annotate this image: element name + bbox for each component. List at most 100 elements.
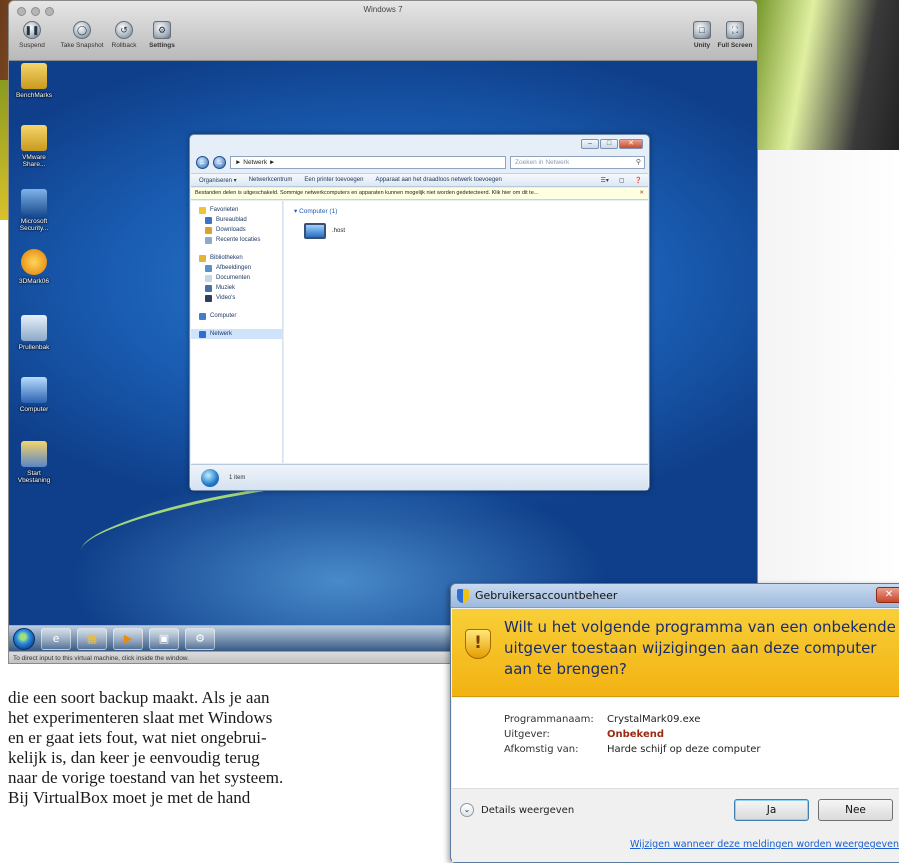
explorer-caption-buttons[interactable]: – □ ✕ <box>581 139 643 149</box>
nav-item-music[interactable]: Muziek <box>191 283 282 293</box>
nav-network[interactable]: Netwerk <box>191 329 282 339</box>
star-icon <box>199 206 206 214</box>
yes-button[interactable]: Ja <box>734 799 809 821</box>
infobar-close-icon[interactable]: ✕ <box>639 188 644 199</box>
desktop-icon-recycle-bin[interactable]: Prullenbak <box>11 315 57 351</box>
folder-icon: ▦ <box>86 632 98 645</box>
downloads-icon <box>205 226 212 234</box>
nav-item-desktop[interactable]: Bureaublad <box>191 215 282 225</box>
group-header[interactable]: ▾ Computer (1) <box>294 207 337 215</box>
help-icon[interactable]: ❓ <box>635 177 642 184</box>
close-button[interactable]: ✕ <box>876 587 899 603</box>
search-icon[interactable]: ⚲ <box>636 157 641 168</box>
shared-folder-icon <box>21 125 47 151</box>
program-name-row: Programmanaam: CrystalMark09.exe <box>504 714 700 725</box>
search-placeholder: Zoeken in Netwerk <box>515 158 570 166</box>
nav-label: Downloads <box>216 227 246 233</box>
desktop-icon-label: Start Vbestaning <box>17 470 51 485</box>
add-printer-button[interactable]: Een printer toevoegen <box>304 177 363 183</box>
full-screen-button[interactable]: ⛶ Full Screen <box>712 21 757 49</box>
take-snapshot-button[interactable]: ◯ Take Snapshot <box>59 21 105 49</box>
desktop-icon-label: Computer <box>19 406 49 413</box>
rollback-icon: ↺ <box>115 21 133 39</box>
settings-button[interactable]: ⚙ Settings <box>139 21 185 49</box>
network-center-button[interactable]: Netwerkcentrum <box>249 177 293 183</box>
add-wireless-device-button[interactable]: Apparaat aan het draadloos netwerk toevo… <box>375 177 501 183</box>
taskbar-network[interactable]: ▣ <box>149 627 179 650</box>
nav-label: Recente locaties <box>216 237 261 243</box>
nav-item-downloads[interactable]: Downloads <box>191 225 282 235</box>
desktop-icon-vmware-shared[interactable]: VMware Share... <box>11 125 57 168</box>
desktop-icon-label: Microsoft Security... <box>19 218 49 233</box>
libraries-icon <box>199 254 206 262</box>
nav-label: Bibliotheken <box>210 255 243 261</box>
nav-item-videos[interactable]: Video's <box>191 293 282 303</box>
nav-label: Bureaublad <box>216 217 247 223</box>
show-details-toggle[interactable]: ⌄ Details weergeven <box>460 803 574 817</box>
computer-icon <box>21 377 47 403</box>
network-computer-icon <box>304 223 326 239</box>
vmware-tools-icon: ⚙ <box>195 632 205 645</box>
3dmark-icon <box>21 249 47 275</box>
taskbar-explorer[interactable]: ▦ <box>77 627 107 650</box>
pause-icon: ❚❚ <box>23 21 41 39</box>
vm-titlebar: Windows 7 ❚❚ Suspend ◯ Take Snapshot ↺ R… <box>9 1 757 61</box>
uac-footer: ⌄ Details weergeven Ja Nee Wijzigen wann… <box>452 788 899 862</box>
desktop-icon-start[interactable]: Start Vbestaning <box>11 441 57 484</box>
suspend-button[interactable]: ❚❚ Suspend <box>9 21 55 49</box>
maximize-icon[interactable]: □ <box>600 139 618 149</box>
details-pane: 1 item <box>191 464 648 490</box>
article-text: die een soort backup maakt. Als je aan h… <box>8 688 448 808</box>
explorer-window[interactable]: – □ ✕ ← → ► Netwerk ► Zoeken in Netwerk … <box>189 134 650 491</box>
no-button[interactable]: Nee <box>818 799 893 821</box>
network-icon <box>199 330 206 338</box>
nav-item-recent[interactable]: Recente locaties <box>191 235 282 245</box>
nav-favorites[interactable]: Favorieten <box>191 205 282 215</box>
recycle-bin-icon <box>21 315 47 341</box>
address-bar[interactable]: ► Netwerk ► <box>230 155 506 169</box>
preview-pane-icon[interactable]: ▢ <box>619 177 625 184</box>
search-input[interactable]: Zoeken in Netwerk ⚲ <box>510 155 645 169</box>
settings-label: Settings <box>149 42 175 49</box>
nav-libraries[interactable]: Bibliotheken <box>191 253 282 263</box>
item-count: 1 item <box>229 474 246 481</box>
vm-window-title: Windows 7 <box>363 5 403 14</box>
notification-settings-link[interactable]: Wijzigen wanneer deze meldingen worden w… <box>630 839 899 850</box>
take-snapshot-label: Take Snapshot <box>60 42 104 49</box>
back-icon[interactable]: ← <box>196 155 209 169</box>
infobar-text: Bestanden delen is uitgeschakeld. Sommig… <box>195 190 539 196</box>
nav-computer[interactable]: Computer <box>191 311 282 321</box>
article-line: naar de vorige toestand van het systeem. <box>8 768 284 787</box>
nav-item-documents[interactable]: Documenten <box>191 273 282 283</box>
minimize-icon[interactable]: – <box>581 139 599 149</box>
vmware-window: Windows 7 ❚❚ Suspend ◯ Take Snapshot ↺ R… <box>8 0 758 664</box>
folder-icon <box>21 63 47 89</box>
file-list[interactable]: ▾ Computer (1) .host <box>284 201 648 463</box>
organize-button[interactable]: Organiseren ▾ <box>199 177 237 184</box>
details-label: Details weergeven <box>481 804 575 816</box>
desktop-icon-3dmark06[interactable]: 3DMark06 <box>11 249 57 285</box>
desktop-icon-benchmarks[interactable]: BenchMarks <box>11 63 57 99</box>
snapshot-icon: ◯ <box>73 21 91 39</box>
nav-label: Afbeeldingen <box>216 265 252 271</box>
forward-icon[interactable]: → <box>213 155 226 169</box>
desktop-icon-microsoft-security[interactable]: Microsoft Security... <box>11 189 57 232</box>
nav-item-pictures[interactable]: Afbeeldingen <box>191 263 282 273</box>
recent-places-icon <box>205 236 212 244</box>
nav-label: Computer <box>210 313 237 319</box>
nav-label: Muziek <box>216 285 236 291</box>
nav-label: Documenten <box>216 275 251 281</box>
close-icon[interactable]: ✕ <box>619 139 643 149</box>
start-button[interactable] <box>13 627 35 650</box>
computer-icon <box>199 312 206 320</box>
taskbar-vmware-tools[interactable]: ⚙ <box>185 627 215 650</box>
network-globe-icon <box>201 468 219 487</box>
desktop-icon-computer[interactable]: Computer <box>11 377 57 413</box>
taskbar-internet-explorer[interactable]: e <box>41 627 71 650</box>
chevron-down-icon: ⌄ <box>460 803 474 817</box>
view-options-icon[interactable]: ☰▾ <box>600 177 608 184</box>
sharing-infobar[interactable]: Bestanden delen is uitgeschakeld. Sommig… <box>191 188 648 200</box>
list-item[interactable]: .host <box>304 223 345 239</box>
internet-explorer-icon: e <box>52 632 60 645</box>
taskbar-media-player[interactable]: ▶ <box>113 627 143 650</box>
